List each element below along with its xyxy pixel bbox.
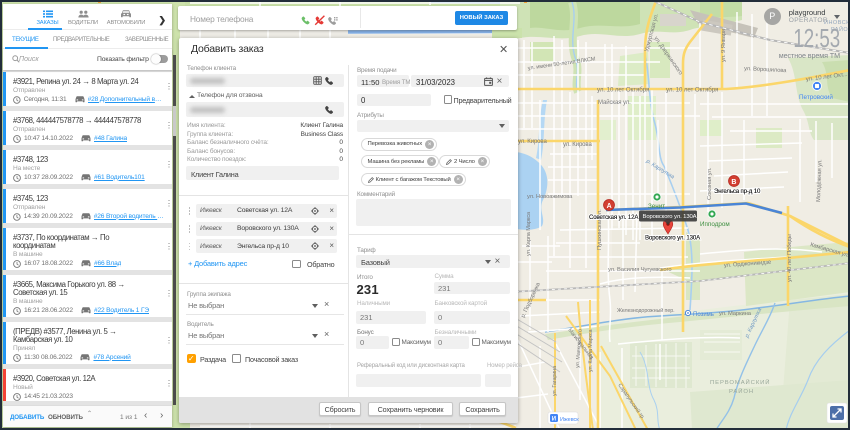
svg-text:ул. Кирова: ул. Кирова: [563, 142, 592, 148]
svg-text:ул. Новоажимова: ул. Новоажимова: [527, 194, 573, 200]
svg-text:ПЕРВОМАЙСКИЙ: ПЕРВОМАЙСКИЙ: [710, 378, 770, 386]
svg-text:ул. 40 лет Победы: ул. 40 лет Победы: [787, 234, 793, 282]
svg-text:ул. 10 лет Октября: ул. 10 лет Октября: [597, 87, 649, 94]
svg-text:ул. Гагарина: ул. Гагарина: [552, 366, 558, 396]
svg-text:A: A: [607, 203, 612, 210]
svg-text:Союзная ул.: Союзная ул.: [707, 167, 713, 200]
svg-text:ул. 10 лет Октября: ул. 10 лет Октября: [666, 87, 718, 94]
svg-text:Энгельса пр-д 10: Энгельса пр-д 10: [714, 188, 761, 195]
svg-text:Майская ул.: Майская ул.: [598, 99, 631, 106]
svg-text:Зенит: Зенит: [648, 203, 665, 210]
svg-text:Позимь: Позимь: [693, 312, 714, 318]
svg-text:Ипподром: Ипподром: [700, 221, 730, 228]
svg-text:Петровский: Петровский: [799, 93, 833, 101]
svg-text:ул. Василия Чугуевского: ул. Василия Чугуевского: [608, 267, 672, 273]
svg-text:Воровского ул. 130А: Воровского ул. 130А: [645, 235, 701, 242]
svg-text:Ижевск: Ижевск: [560, 417, 579, 423]
svg-text:ул. Кирова: ул. Кирова: [518, 139, 547, 145]
svg-text:ул. Маркина: ул. Маркина: [719, 311, 752, 317]
svg-text:И: И: [552, 417, 556, 423]
svg-text:ул. Карла Маркса: ул. Карла Маркса: [588, 330, 594, 372]
svg-text:ул. Карла Маркса: ул. Карла Маркса: [526, 211, 532, 256]
svg-text:Воровского ул. 130А: Воровского ул. 130А: [643, 214, 697, 220]
svg-text:Советская ул. 12А: Советская ул. 12А: [589, 214, 639, 221]
svg-text:Железнодорожный пер.: Железнодорожный пер.: [617, 307, 675, 314]
svg-text:РАЙОН: РАЙОН: [729, 387, 754, 395]
svg-text:ул. 9 Января: ул. 9 Января: [721, 29, 727, 62]
svg-text:B: B: [731, 179, 736, 186]
